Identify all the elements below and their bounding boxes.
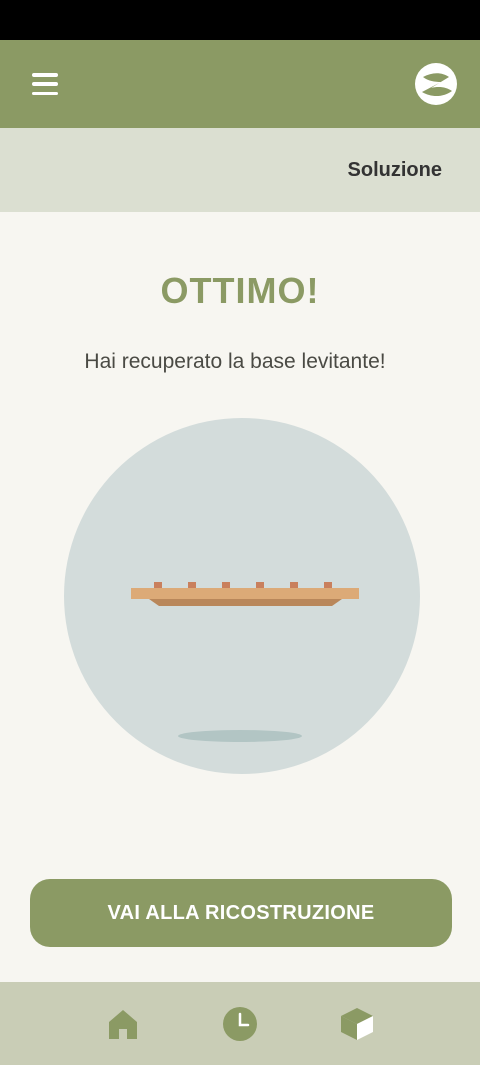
clock-icon (222, 1006, 257, 1041)
levitating-base-illustration (64, 418, 420, 774)
main-content: OTTIMO! Hai recuperato la base levitante… (0, 212, 480, 982)
nav-home[interactable] (93, 994, 153, 1054)
cube-icon (341, 1007, 374, 1040)
hamburger-menu-icon[interactable] (32, 73, 58, 95)
page-subheader: Soluzione (0, 128, 480, 212)
nav-objects[interactable] (327, 994, 387, 1054)
page-title: Soluzione (347, 158, 442, 181)
bottom-navigation (0, 982, 480, 1065)
home-icon (108, 1009, 137, 1039)
success-headline: OTTIMO! (160, 270, 320, 311)
nav-history[interactable] (210, 994, 270, 1054)
success-message: Hai recuperato la base levitante! (84, 350, 386, 373)
app-header (0, 40, 480, 128)
go-to-reconstruction-button[interactable]: VAI ALLA RICOSTRUZIONE (30, 879, 452, 947)
platform-shadow (178, 730, 302, 742)
app-logo-icon (415, 63, 457, 105)
status-bar (0, 0, 480, 40)
